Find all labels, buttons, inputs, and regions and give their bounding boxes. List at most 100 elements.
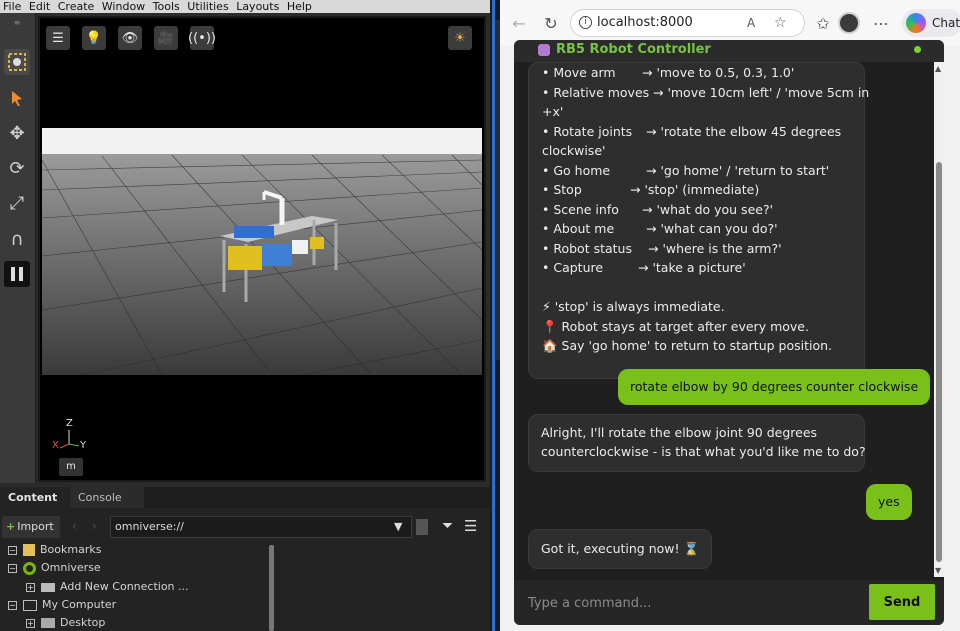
tree-item-desktop[interactable]: + Desktop xyxy=(26,614,105,631)
camera-icon[interactable]: 🎥 xyxy=(154,26,178,50)
menu-create[interactable]: Create xyxy=(58,0,95,13)
url-field[interactable]: i localhost:8000 A ☆ xyxy=(570,9,805,37)
input-row: Send xyxy=(514,580,944,625)
tree-label: Omniverse xyxy=(41,561,101,574)
help-line: • Robot status → 'where is the arm?' xyxy=(542,240,782,256)
help-line: clockwise' xyxy=(542,143,606,158)
tree-scrollbar[interactable] xyxy=(269,545,274,631)
connection-icon xyxy=(41,582,55,592)
menu-tools[interactable]: Tools xyxy=(153,0,180,13)
omniverse-icon xyxy=(23,561,36,575)
tree-label: Bookmarks xyxy=(40,543,102,556)
tree-item-add-connection[interactable]: + Add New Connection ... xyxy=(26,578,189,596)
tree-item-omniverse[interactable]: − Omniverse xyxy=(8,559,101,577)
web-page: RB5 Robot Controller • Move arm → 'move t… xyxy=(500,40,960,631)
more-menu-icon[interactable]: ⋯ xyxy=(870,12,892,34)
lightbulb-icon[interactable]: 💡 xyxy=(82,26,106,50)
help-line: +x' xyxy=(542,104,564,119)
bot-message-line: Alright, I'll rotate the elbow joint 90 … xyxy=(541,425,818,440)
favorites-icon[interactable]: ✩ xyxy=(812,12,834,34)
path-field[interactable]: omniverse:// xyxy=(110,516,412,538)
help-line: • About me → 'what can you do?' xyxy=(542,221,778,236)
note-line: 🏠 Say 'go home' to return to startup pos… xyxy=(542,338,833,353)
avatar[interactable] xyxy=(838,12,860,34)
tree-item-bookmarks[interactable]: − Bookmarks xyxy=(8,541,101,559)
window-divider[interactable] xyxy=(490,0,500,631)
menu-bar: File Edit Create Window Tools Utilities … xyxy=(0,0,490,13)
copilot-icon xyxy=(906,13,926,33)
panel-tabs: Content Console xyxy=(0,487,490,508)
viewport[interactable]: ☰ 💡 👁 🎥 ((•)) ☀ Z X Y m xyxy=(42,20,482,480)
import-button[interactable]: + Import xyxy=(2,516,60,538)
back-icon[interactable]: ← xyxy=(508,12,530,34)
pause-icon[interactable] xyxy=(4,261,30,287)
scene-render xyxy=(42,128,482,376)
menu-file[interactable]: File xyxy=(3,0,21,13)
help-line: • Relative moves → 'move 10cm left' / 'mo… xyxy=(542,84,870,100)
grip-icon: ≡ xyxy=(13,17,21,27)
scroll-down-icon[interactable]: ▼ xyxy=(935,566,941,575)
axis-gizmo: Z X Y xyxy=(48,418,88,454)
menu-edit[interactable]: Edit xyxy=(29,0,50,13)
bookmark-toggle-icon[interactable] xyxy=(416,519,428,535)
settings-sliders-icon[interactable]: ☰ xyxy=(46,26,70,50)
user-message: rotate elbow by 90 degrees counter clock… xyxy=(618,369,931,405)
list-view-icon[interactable]: ☰ xyxy=(464,517,477,535)
tree-item-my-computer[interactable]: − My Computer xyxy=(8,596,116,614)
app-header: RB5 Robot Controller xyxy=(514,40,944,62)
scrollbar-thumb[interactable] xyxy=(936,162,942,562)
back-arrow-icon[interactable]: ‹ xyxy=(72,519,77,533)
command-input[interactable] xyxy=(528,587,868,619)
sun-icon[interactable]: ☀ xyxy=(448,26,472,50)
chat-label: Chat xyxy=(932,16,960,30)
content-toolbar: + Import ‹ › omniverse:// ▼ ⏷ ☰ xyxy=(0,515,490,539)
help-line: • Rotate joints → 'rotate the elbow 45 de… xyxy=(542,123,842,139)
screen: File Edit Create Window Tools Utilities … xyxy=(0,0,960,631)
menu-utilities[interactable]: Utilities xyxy=(187,0,228,13)
tab-console[interactable]: Console xyxy=(70,487,144,508)
tab-content[interactable]: Content xyxy=(0,487,70,508)
connection-status-dot xyxy=(914,46,921,53)
path-dropdown-icon[interactable]: ▼ xyxy=(394,520,402,533)
bookmark-icon xyxy=(23,544,35,556)
select-mode-icon[interactable] xyxy=(4,49,30,75)
expand-icon[interactable]: + xyxy=(26,618,35,628)
move-icon[interactable]: ✥ xyxy=(4,120,30,146)
file-tree: − Bookmarks − Omniverse + Add New Connectio… xyxy=(0,541,270,631)
message-list: • Move arm → 'move to 0.5, 0.3, 1.0' • Re… xyxy=(514,62,934,577)
collapse-icon[interactable]: − xyxy=(8,545,17,555)
snap-icon[interactable]: ∩ xyxy=(4,226,30,252)
collapse-icon[interactable]: − xyxy=(8,600,17,610)
menu-layouts[interactable]: Layouts xyxy=(236,0,279,13)
send-button[interactable]: Send xyxy=(869,584,935,620)
browser-window: ← ↻ i localhost:8000 A ☆ ✩ ⋯ Chat RB5 Ro… xyxy=(500,0,960,631)
site-info-icon[interactable]: i xyxy=(579,16,592,29)
forward-arrow-icon[interactable]: › xyxy=(92,519,97,533)
broadcast-icon[interactable]: ((•)) xyxy=(188,26,216,50)
filter-icon[interactable]: ⏷ xyxy=(442,518,453,534)
tree-label: Add New Connection ... xyxy=(60,580,189,593)
collapse-icon[interactable]: − xyxy=(8,563,17,573)
read-aloud-icon[interactable]: A xyxy=(747,10,755,36)
tree-label: Desktop xyxy=(60,616,106,629)
scroll-up-icon[interactable]: ▲ xyxy=(935,64,941,73)
help-line: • Capture → 'take a picture' xyxy=(542,260,746,275)
note-line: 📍 Robot stays at target after every move… xyxy=(542,318,809,334)
scale-icon[interactable]: ⤢ xyxy=(4,190,30,216)
chat-scrollbar[interactable]: ▲ ▼ xyxy=(934,62,944,577)
refresh-icon[interactable]: ↻ xyxy=(540,12,562,34)
plus-icon: + xyxy=(6,520,16,533)
help-line: • Scene info → 'what do you see?' xyxy=(542,201,774,217)
copilot-chat-button[interactable]: Chat xyxy=(902,9,960,37)
help-line: • Move arm → 'move to 0.5, 0.3, 1.0' xyxy=(542,65,795,80)
rotate-icon[interactable]: ⟳ xyxy=(4,155,30,181)
menu-help[interactable]: Help xyxy=(287,0,312,13)
import-label: Import xyxy=(17,520,54,533)
select-arrow-icon[interactable] xyxy=(4,85,30,111)
expand-icon[interactable]: + xyxy=(26,582,35,592)
unit-badge[interactable]: m xyxy=(59,458,83,476)
favorite-star-icon[interactable]: ☆ xyxy=(774,10,787,36)
eye-icon[interactable]: 👁 xyxy=(118,26,142,50)
menu-window[interactable]: Window xyxy=(102,0,145,13)
user-message: yes xyxy=(866,484,912,520)
